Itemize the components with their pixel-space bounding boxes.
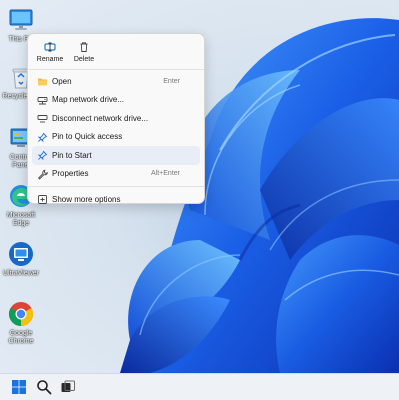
menu-item-disconnect-network-drive[interactable]: Disconnect network drive...	[32, 109, 200, 128]
menu-divider	[28, 186, 204, 187]
more-options-icon	[38, 195, 47, 204]
menu-item-label: Pin to Quick access	[52, 132, 123, 142]
folder-icon	[38, 78, 47, 86]
wrench-icon	[37, 169, 48, 180]
menu-item-label: Pin to Start	[52, 150, 92, 160]
menu-item-shortcut: Alt+Enter	[151, 170, 180, 178]
delete-button[interactable]: Delete	[68, 39, 100, 68]
desktop-icon-label: Microsoft Edge	[6, 212, 36, 227]
menu-item-pin-to-start[interactable]: Pin to Start	[32, 146, 200, 165]
pin-icon	[37, 132, 48, 142]
chrome-icon	[8, 302, 34, 326]
task-view-icon[interactable]	[60, 379, 76, 395]
pin-icon	[37, 150, 48, 161]
menu-item-show-more-options[interactable]: Show more options	[32, 190, 200, 209]
menu-item-shortcut: Enter	[163, 77, 180, 85]
windows-start-icon[interactable]	[11, 379, 27, 395]
search-icon[interactable]	[36, 379, 52, 395]
menu-item-label: Open	[52, 76, 72, 86]
rename-button[interactable]: Rename	[34, 39, 66, 68]
monitor-icon	[9, 9, 33, 30]
menu-item-label: Properties	[52, 169, 89, 179]
trash-icon	[80, 42, 88, 52]
rename-icon	[44, 42, 56, 52]
desktop-icon-label: Google Chrome	[8, 330, 34, 345]
network-drive-icon	[37, 96, 48, 104]
context-menu-quick-actions: Rename Delete	[28, 34, 204, 67]
menu-item-label: Disconnect network drive...	[52, 113, 149, 123]
taskbar	[0, 373, 399, 400]
rename-label: Rename	[36, 56, 64, 63]
desktop-icon-chrome[interactable]: Google Chrome	[2, 300, 40, 346]
menu-item-map-network-drive[interactable]: Map network drive...	[32, 91, 200, 110]
menu-divider	[28, 69, 204, 70]
desktop-icon-ultraviewer[interactable]: UltraViewer	[2, 240, 40, 278]
desktop-icon-label: UltraViewer	[2, 270, 40, 277]
menu-item-label: Show more options	[52, 194, 121, 204]
menu-item-label: Map network drive...	[52, 95, 125, 105]
delete-label: Delete	[73, 56, 95, 63]
menu-item-open[interactable]: Open Enter	[32, 72, 200, 91]
menu-item-pin-quick-access[interactable]: Pin to Quick access	[32, 128, 200, 147]
menu-item-properties[interactable]: Properties Alt+Enter	[32, 165, 200, 184]
ultraviewer-icon	[9, 242, 33, 266]
context-menu: Rename Delete Open Enter Map network dri…	[27, 33, 205, 204]
disconnect-drive-icon	[37, 115, 48, 123]
